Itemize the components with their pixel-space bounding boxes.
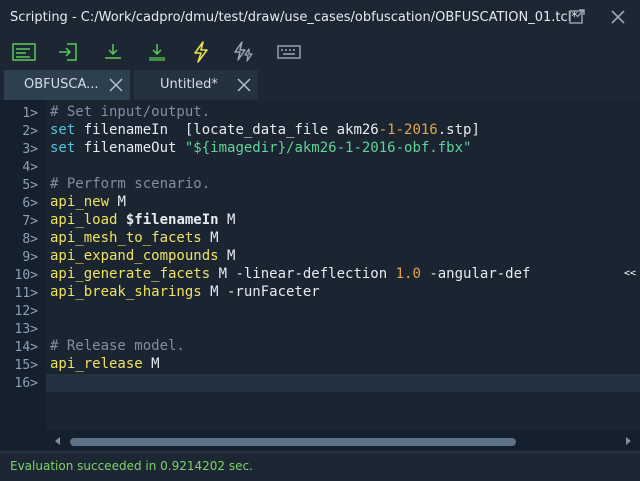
code-line: api_mesh_to_facets M — [50, 230, 219, 246]
window-title: Scripting - C:/Work/cadpro/dmu/test/draw… — [10, 10, 578, 25]
code-area[interactable]: # Set input/output. set filenameIn [loca… — [46, 100, 640, 430]
code-line: # Perform scenario. — [50, 176, 211, 192]
line-number: 2> — [22, 124, 38, 139]
scroll-right-icon[interactable] — [622, 435, 634, 447]
toolbar-button-download[interactable] — [100, 40, 126, 64]
popout-icon[interactable] — [568, 8, 586, 26]
status-message: Evaluation succeeded in 0.9214202 sec. — [10, 459, 253, 473]
line-number: 14> — [14, 340, 38, 355]
download-icon — [105, 44, 121, 59]
code-editor[interactable]: 1> 2> 3> 4> 5> 6> 7> 8> 9> 10> 11> 12> 1… — [0, 100, 640, 450]
keyboard-icon — [277, 45, 301, 59]
toolbar-button-new-script[interactable] — [11, 40, 37, 64]
script-list-icon — [12, 43, 36, 61]
line-overflow-marker: << — [624, 268, 637, 279]
line-number: 5> — [22, 178, 38, 193]
code-line: api_release M — [50, 356, 160, 372]
scrollbar-thumb[interactable] — [70, 438, 516, 446]
line-number: 3> — [22, 142, 38, 157]
line-number: 9> — [22, 250, 38, 265]
code-line: api_new M — [50, 194, 126, 210]
tab-untitled[interactable]: Untitled* — [134, 70, 258, 100]
line-number: 4> — [22, 160, 38, 175]
tab-label: Untitled* — [160, 77, 218, 92]
line-number-gutter: 1> 2> 3> 4> 5> 6> 7> 8> 9> 10> 11> 12> 1… — [0, 100, 46, 450]
line-number: 12> — [14, 304, 38, 319]
close-icon[interactable] — [609, 8, 627, 26]
toolbar-button-import[interactable] — [55, 40, 81, 64]
line-number: 11> — [14, 286, 38, 301]
code-line: api_break_sharings M -runFaceter — [50, 284, 320, 300]
code-line: set filenameIn [locate_data_file akm26-1… — [50, 122, 480, 138]
code-line: # Release model. — [50, 338, 185, 354]
lightning-icon — [194, 41, 208, 63]
code-line: api_load $filenameIn M — [50, 212, 236, 228]
tab-obfuscation[interactable]: OBFUSCA... — [4, 70, 130, 100]
line-number: 16> — [14, 376, 38, 391]
toolbar-button-download-as[interactable] — [144, 40, 170, 64]
lightning-step-icon — [234, 41, 253, 62]
scroll-left-icon[interactable] — [52, 435, 64, 447]
code-line: api_expand_compounds M — [50, 248, 236, 264]
toolbar-button-keyboard[interactable] — [276, 40, 302, 64]
tab-label: OBFUSCA... — [24, 77, 99, 92]
toolbar-button-run-step[interactable] — [231, 40, 257, 64]
current-line-highlight — [46, 374, 640, 392]
toolbar-button-run[interactable] — [188, 40, 214, 64]
line-number: 13> — [14, 322, 38, 337]
code-line: set filenameOut "${imagedir}/akm26-1-201… — [50, 140, 472, 156]
line-number: 8> — [22, 232, 38, 247]
status-bar: Evaluation succeeded in 0.9214202 sec. — [0, 452, 640, 481]
tab-bar: OBFUSCA... Untitled* — [0, 68, 640, 100]
line-number: 15> — [14, 358, 38, 373]
toolbar — [0, 36, 640, 68]
line-number: 6> — [22, 196, 38, 211]
code-line: api_generate_facets M -linear-deflection… — [50, 266, 531, 282]
tab-close-icon[interactable] — [236, 77, 252, 93]
horizontal-scrollbar[interactable] — [46, 432, 640, 450]
line-number: 1> — [22, 106, 38, 121]
download-as-icon — [149, 44, 165, 61]
tab-close-icon[interactable] — [108, 77, 124, 93]
code-line: # Set input/output. — [50, 104, 211, 120]
line-number: 10> — [14, 268, 38, 283]
import-icon — [59, 43, 77, 61]
line-number: 7> — [22, 214, 38, 229]
title-bar: Scripting - C:/Work/cadpro/dmu/test/draw… — [0, 0, 640, 36]
